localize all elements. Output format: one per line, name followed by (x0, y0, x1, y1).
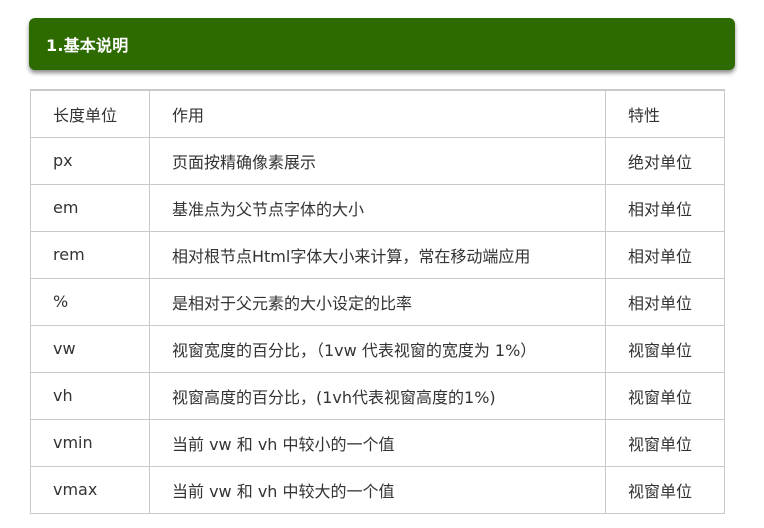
page: 1.基本说明 长度单位 作用 特性 px 页面按精确像素展示 绝对单位 em 基… (0, 0, 764, 528)
purpose-cell: 视窗宽度的百分比，（1vw 代表视窗的宽度为 1%） (149, 324, 606, 373)
table-row: vh 视窗高度的百分比，(1vh代表视窗高度的1%) 视窗单位 (30, 371, 725, 420)
table-row: vmin 当前 vw 和 vh 中较小的一个值 视窗单位 (30, 418, 725, 467)
section-title: 1.基本说明 (46, 36, 129, 55)
purpose-cell: 视窗高度的百分比，(1vh代表视窗高度的1%) (149, 371, 606, 420)
table-row: vmax 当前 vw 和 vh 中较大的一个值 视窗单位 (30, 465, 725, 514)
section-header: 1.基本说明 (29, 18, 735, 70)
purpose-cell: 相对根节点Html字体大小来计算，常在移动端应用 (149, 230, 606, 279)
property-cell: 视窗单位 (605, 418, 725, 467)
property-cell: 绝对单位 (605, 136, 725, 185)
property-cell: 视窗单位 (605, 324, 725, 373)
purpose-cell: 页面按精确像素展示 (149, 136, 606, 185)
property-cell: 相对单位 (605, 230, 725, 279)
table-row: rem 相对根节点Html字体大小来计算，常在移动端应用 相对单位 (30, 230, 725, 279)
unit-cell: rem (30, 230, 150, 279)
table-row: vw 视窗宽度的百分比，（1vw 代表视窗的宽度为 1%） 视窗单位 (30, 324, 725, 373)
property-cell: 相对单位 (605, 277, 725, 326)
unit-cell: px (30, 136, 150, 185)
unit-cell: vmin (30, 418, 150, 467)
unit-cell: % (30, 277, 150, 326)
unit-cell: vw (30, 324, 150, 373)
header-cell-purpose: 作用 (149, 89, 606, 138)
header-cell-unit: 长度单位 (30, 89, 150, 138)
table-row: % 是相对于父元素的大小设定的比率 相对单位 (30, 277, 725, 326)
purpose-cell: 当前 vw 和 vh 中较小的一个值 (149, 418, 606, 467)
table-row: px 页面按精确像素展示 绝对单位 (30, 136, 725, 185)
property-cell: 视窗单位 (605, 465, 725, 514)
unit-cell: vh (30, 371, 150, 420)
table-row: em 基准点为父节点字体的大小 相对单位 (30, 183, 725, 232)
header-cell-property: 特性 (605, 89, 725, 138)
table-header-row: 长度单位 作用 特性 (30, 89, 725, 138)
purpose-cell: 当前 vw 和 vh 中较大的一个值 (149, 465, 606, 514)
property-cell: 相对单位 (605, 183, 725, 232)
unit-cell: vmax (30, 465, 150, 514)
purpose-cell: 基准点为父节点字体的大小 (149, 183, 606, 232)
purpose-cell: 是相对于父元素的大小设定的比率 (149, 277, 606, 326)
unit-cell: em (30, 183, 150, 232)
property-cell: 视窗单位 (605, 371, 725, 420)
units-table: 长度单位 作用 特性 px 页面按精确像素展示 绝对单位 em 基准点为父节点字… (30, 89, 725, 514)
